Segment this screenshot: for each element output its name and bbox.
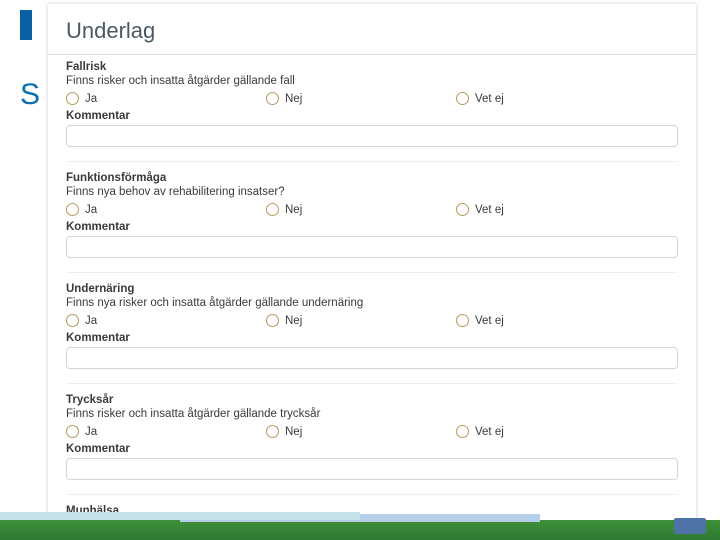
radio-label: Vet ej bbox=[475, 426, 504, 438]
radio-vetej[interactable]: Vet ej bbox=[456, 314, 678, 327]
radio-label: Nej bbox=[285, 93, 302, 105]
radio-label: Nej bbox=[285, 315, 302, 327]
section-heading: Fallrisk bbox=[66, 61, 678, 73]
divider bbox=[66, 161, 678, 162]
radio-label: Vet ej bbox=[475, 315, 504, 327]
section-question: Finns nya risker och insatta åtgärder gä… bbox=[66, 297, 678, 309]
brand-logo bbox=[20, 10, 32, 40]
radio-icon bbox=[456, 425, 469, 438]
comment-label: Kommentar bbox=[66, 221, 678, 233]
comment-input[interactable] bbox=[66, 236, 678, 258]
footer-accent bbox=[674, 518, 706, 534]
radio-label: Vet ej bbox=[475, 204, 504, 216]
divider bbox=[66, 494, 678, 495]
radio-ja[interactable]: Ja bbox=[66, 203, 266, 216]
comment-input[interactable] bbox=[66, 458, 678, 480]
radio-vetej[interactable]: Vet ej bbox=[456, 203, 678, 216]
page-title: Underlag bbox=[48, 4, 696, 55]
section-question: Finns nya behov av rehabilitering insats… bbox=[66, 186, 678, 198]
radio-icon bbox=[66, 92, 79, 105]
divider bbox=[66, 272, 678, 273]
section-funktionsformaga: Funktionsförmåga Finns nya behov av reha… bbox=[66, 172, 678, 258]
comment-label: Kommentar bbox=[66, 110, 678, 122]
radio-icon bbox=[266, 92, 279, 105]
radio-ja[interactable]: Ja bbox=[66, 92, 266, 105]
comment-input[interactable] bbox=[66, 125, 678, 147]
radio-ja[interactable]: Ja bbox=[66, 425, 266, 438]
section-fallrisk: Fallrisk Finns risker och insatta åtgärd… bbox=[66, 61, 678, 147]
divider bbox=[66, 383, 678, 384]
radio-vetej[interactable]: Vet ej bbox=[456, 92, 678, 105]
radio-label: Ja bbox=[85, 93, 97, 105]
section-heading: Trycksår bbox=[66, 394, 678, 406]
radio-label: Ja bbox=[85, 204, 97, 216]
radio-nej[interactable]: Nej bbox=[266, 425, 456, 438]
section-heading: Undernäring bbox=[66, 283, 678, 295]
footer-wave bbox=[0, 512, 720, 540]
comment-label: Kommentar bbox=[66, 332, 678, 344]
radio-icon bbox=[266, 425, 279, 438]
radio-label: Nej bbox=[285, 204, 302, 216]
radio-icon bbox=[66, 425, 79, 438]
section-question: Finns risker och insatta åtgärder gällan… bbox=[66, 408, 678, 420]
radio-icon bbox=[266, 203, 279, 216]
radio-nej[interactable]: Nej bbox=[266, 203, 456, 216]
form-card: Underlag Fallrisk Finns risker och insat… bbox=[48, 4, 696, 526]
radio-icon bbox=[456, 203, 469, 216]
section-trycksar: Trycksår Finns risker och insatta åtgärd… bbox=[66, 394, 678, 480]
radio-nej[interactable]: Nej bbox=[266, 92, 456, 105]
section-question: Finns risker och insatta åtgärder gällan… bbox=[66, 75, 678, 87]
section-heading: Funktionsförmåga bbox=[66, 172, 678, 184]
radio-label: Ja bbox=[85, 426, 97, 438]
radio-ja[interactable]: Ja bbox=[66, 314, 266, 327]
radio-vetej[interactable]: Vet ej bbox=[456, 425, 678, 438]
radio-icon bbox=[66, 314, 79, 327]
radio-icon bbox=[456, 314, 469, 327]
radio-label: Nej bbox=[285, 426, 302, 438]
section-undernaring: Undernäring Finns nya risker och insatta… bbox=[66, 283, 678, 369]
comment-input[interactable] bbox=[66, 347, 678, 369]
radio-icon bbox=[266, 314, 279, 327]
radio-label: Ja bbox=[85, 315, 97, 327]
radio-label: Vet ej bbox=[475, 93, 504, 105]
radio-nej[interactable]: Nej bbox=[266, 314, 456, 327]
comment-label: Kommentar bbox=[66, 443, 678, 455]
radio-icon bbox=[456, 92, 469, 105]
radio-icon bbox=[66, 203, 79, 216]
